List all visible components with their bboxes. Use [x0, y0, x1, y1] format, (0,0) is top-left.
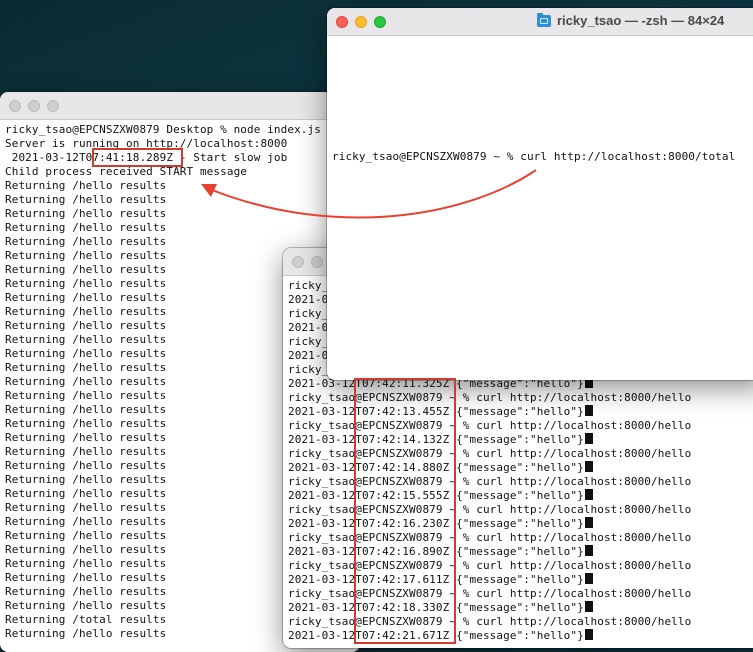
cursor-block-icon — [584, 517, 593, 528]
terminal-line: 2021-03-12T07:42:16.890Z {"message":"hel… — [288, 545, 753, 559]
terminal-line: ricky_tsao@EPCNSZXW0879 ~ % curl http://… — [288, 559, 692, 572]
zoom-button[interactable] — [47, 100, 59, 112]
cursor-block-icon — [584, 461, 593, 472]
cursor-block-icon — [584, 601, 593, 612]
terminal-line: 2021-03-12T07:42:14.880Z {"message":"hel… — [288, 461, 753, 475]
terminal-line: ricky_tsao@EPCNSZXW0879 ~ % curl http://… — [288, 391, 692, 404]
close-button[interactable] — [336, 16, 348, 28]
window-controls — [9, 100, 59, 112]
cursor-block-icon — [584, 405, 593, 416]
cursor-block-icon — [584, 629, 593, 640]
terminal-line: 2021-03-12T07:42:13.455Z {"message":"hel… — [288, 405, 753, 419]
terminal-line: 2021-03-12T07:42:17.611Z {"message":"hel… — [288, 573, 753, 587]
terminal-line: Returning /hello results — [5, 207, 167, 220]
window-title-text: ricky_tsao — -zsh — 84×24 — [557, 13, 725, 28]
terminal-line: ricky_tsao@EPCNSZXW0879 ~ % curl http://… — [288, 475, 692, 488]
terminal-line: Returning /hello results — [5, 179, 167, 192]
terminal-line: 2021-03-12T07:42:18.330Z {"message":"hel… — [288, 601, 753, 615]
terminal-line: ricky_tsao@EPCNSZXW0879 ~ % curl http://… — [288, 615, 692, 628]
terminal-line: ricky_tsao@EPCNSZXW0879 ~ % curl http://… — [288, 503, 692, 516]
minimize-button[interactable] — [355, 16, 367, 28]
terminal-line: 2021-03-12T07:42:21.671Z {"message":"hel… — [288, 629, 753, 643]
zoom-button[interactable] — [374, 16, 386, 28]
cursor-block-icon — [584, 545, 593, 556]
terminal-line: ricky_tsao@EPCNSZXW0879 ~ % curl http://… — [332, 150, 736, 163]
terminal-line: Returning /hello results — [5, 221, 167, 234]
window-controls — [336, 16, 386, 28]
cursor-block-icon — [584, 489, 593, 500]
terminal-line: 2021-03-12T07:42:14.132Z {"message":"hel… — [288, 433, 753, 447]
window-title: ricky_tsao — -zsh — 84×24 — [537, 12, 725, 28]
minimize-button[interactable] — [28, 100, 40, 112]
terminal-output[interactable]: ricky_tsao@EPCNSZXW0879 ~ % curl http://… — [327, 36, 753, 164]
terminal-line: 2021-03-12T07:41:18.289Z - Start slow jo… — [5, 151, 288, 164]
terminal-line: ricky_tsao@EPCNSZXW0879 Desktop % node i… — [5, 123, 321, 136]
terminal-window-zsh[interactable]: ricky_tsao — -zsh — 84×24 ricky_tsao@EPC… — [327, 8, 753, 380]
folder-icon — [537, 12, 551, 27]
terminal-line: 2021-03-12T07:42:15.555Z {"message":"hel… — [288, 489, 753, 503]
terminal-line: ricky_tsao@EPCNSZXW0879 ~ % curl http://… — [288, 587, 692, 600]
terminal-line: Returning /hello results — [5, 193, 167, 206]
titlebar[interactable] — [0, 92, 360, 120]
minimize-button[interactable] — [311, 256, 323, 268]
titlebar[interactable]: ricky_tsao — -zsh — 84×24 — [327, 8, 753, 36]
terminal-line: Child process received START message — [5, 165, 248, 178]
terminal-line: ricky_tsao@EPCNSZXW0879 ~ % curl http://… — [288, 531, 692, 544]
terminal-line: ricky_tsao@EPCNSZXW0879 ~ % curl http://… — [288, 419, 692, 432]
terminal-line: Returning /hello results — [5, 235, 167, 248]
close-button[interactable] — [292, 256, 304, 268]
terminal-line: ricky_tsao@EPCNSZXW0879 ~ % curl http://… — [288, 447, 692, 460]
cursor-block-icon — [584, 573, 593, 584]
terminal-line: 2021-03-12T07:42:16.230Z {"message":"hel… — [288, 517, 753, 531]
cursor-block-icon — [584, 433, 593, 444]
close-button[interactable] — [9, 100, 21, 112]
terminal-line: Server is running on http://localhost:80… — [5, 137, 288, 150]
